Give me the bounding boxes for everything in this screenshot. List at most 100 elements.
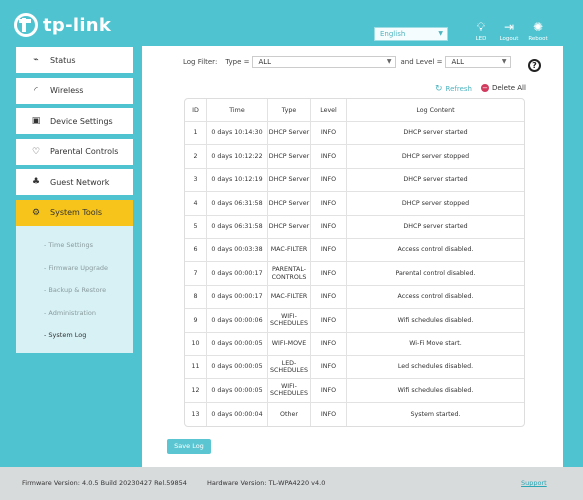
submenu-item-backup-restore[interactable]: - Backup & Restore	[16, 279, 133, 302]
led-button[interactable]: 💡︎ LED	[466, 20, 496, 42]
cell-type: WIFI-MOVE	[268, 332, 311, 356]
column-header-time: Time	[207, 99, 268, 122]
type-select[interactable]: ALL ▼	[252, 56, 397, 68]
table-row: 11 0 days 00:00:05 LED-SCHEDULES INFO Led sc…	[185, 355, 524, 380]
cell-level: INFO	[311, 215, 347, 239]
cell-content: Led schedules disabled.	[347, 356, 524, 380]
log-filter-label: Log Filter:	[183, 58, 218, 66]
cell-time: 0 days 00:00:17	[207, 285, 268, 310]
table-header-row: ID Time Type Level Log Content	[185, 99, 524, 122]
sidebar-item-label: System Tools	[50, 208, 103, 217]
language-select[interactable]: English ▼	[374, 27, 448, 41]
submenu-item-time-settings[interactable]: - Time Settings	[16, 234, 133, 257]
reboot-button[interactable]: ✺ Reboot	[523, 20, 553, 42]
cell-time: 0 days 10:14:30	[207, 122, 268, 146]
cell-content: DHCP server started	[347, 169, 524, 193]
type-value: ALL	[258, 58, 272, 66]
wifi-icon: ◜	[34, 85, 38, 96]
reboot-icon: ✺	[532, 20, 544, 34]
sidebar-item-device-settings[interactable]: ▣ Device Settings	[16, 108, 133, 134]
level-select[interactable]: ALL ▼	[445, 56, 512, 68]
tp-link-logo-icon	[14, 13, 38, 37]
level-value: ALL	[451, 58, 465, 66]
cell-content: Parental control disabled.	[347, 262, 524, 286]
cell-time: 0 days 10:12:22	[207, 145, 268, 169]
sidebar-item-guest-network[interactable]: ♣ Guest Network	[16, 169, 133, 195]
cell-time: 0 days 00:00:04	[207, 402, 268, 427]
cell-type: WIFI-SCHEDULES	[268, 309, 311, 333]
users-icon: ♣	[31, 177, 41, 187]
brand-name: tp-link	[43, 14, 112, 36]
cell-time: 0 days 00:00:05	[207, 355, 268, 380]
column-header-type: Type	[268, 99, 311, 122]
table-row: 80 days 00:00:17 MAC-FILTER INFO Access con…	[185, 285, 524, 310]
table-row: 50 days 06:31:58 DHCP Server INFO DHCP serv…	[185, 215, 524, 239]
cell-id: 2	[185, 145, 207, 169]
firmware-version: Firmware Version: 4.0.5 Build 20230427 R…	[22, 479, 187, 487]
cell-level: INFO	[311, 402, 347, 427]
delete-icon: −	[481, 84, 489, 92]
cell-type: Other	[268, 402, 311, 427]
sidebar-item-parental-controls[interactable]: ♡ Parental Controls	[16, 138, 133, 165]
lightbulb-icon: 💡︎	[476, 20, 486, 34]
language-value: English	[380, 30, 406, 38]
cell-id: 7	[185, 262, 207, 286]
cell-id: 1	[185, 122, 207, 146]
delete-all-button[interactable]: − Delete All	[481, 84, 526, 92]
sidebar-item-label: Wireless	[50, 86, 84, 95]
submenu-item-firmware-upgrade[interactable]: - Firmware Upgrade	[16, 257, 133, 280]
table-row: 60 days 00:03:38 MAC-FILTER INFO Access con…	[185, 238, 524, 263]
table-row: 13 0 days 00:00:04 Other INFO System started…	[185, 402, 524, 427]
level-label: and Level =	[400, 58, 443, 66]
help-icon[interactable]: ?	[528, 59, 541, 72]
cell-content: DHCP server started	[347, 122, 524, 146]
cell-content: System started.	[410, 410, 461, 418]
cell-content: DHCP server started	[347, 216, 524, 239]
sidebar-item-label: Device Settings	[50, 116, 113, 126]
cell-level: INFO	[311, 262, 347, 286]
column-header-level: Level	[311, 99, 347, 122]
hardware-version: Hardware Version: TL-WPA4220 v4.0	[207, 479, 326, 487]
logout-label: Logout	[499, 36, 519, 42]
main-panel: Log Filter: Type = ALL ▼ and Level = ALL…	[142, 46, 563, 467]
sidebar-item-status[interactable]: ⌁ Status	[16, 47, 133, 73]
cell-level: INFO	[311, 309, 347, 333]
cell-level: INFO	[311, 192, 347, 216]
cell-time: 0 days 06:31:58	[207, 215, 268, 239]
led-label: LED	[475, 36, 487, 42]
submenu-item-system-log[interactable]: - System Log	[16, 324, 133, 347]
cell-level: INFO	[311, 355, 347, 380]
logout-button[interactable]: ⇥ Logout	[494, 20, 524, 42]
system-log-table: ID Time Type Level Log Content 10 days 1…	[184, 98, 525, 428]
submenu-item-administration[interactable]: - Administration	[16, 302, 133, 325]
sidebar-item-wireless[interactable]: ◜ Wireless	[16, 77, 133, 104]
cell-level: INFO	[311, 145, 347, 169]
table-row: 90 days 00:00:06 WIFI-SCHEDULES INFO Wifi s…	[185, 309, 524, 333]
cell-time: 0 days 00:00:05	[207, 332, 268, 356]
cell-type: DHCP Server	[268, 122, 311, 146]
cell-id: 9	[185, 309, 207, 333]
cell-id: 6	[185, 238, 207, 263]
cell-content: DHCP server stopped	[347, 145, 524, 169]
cell-id: 4	[185, 192, 207, 216]
table-row: 12 0 days 00:00:05 WIFI-SCHEDULES INFO Wifi …	[185, 379, 524, 403]
cell-id: 13	[185, 402, 207, 427]
cell-level: INFO	[311, 238, 347, 263]
table-row: 10 days 10:14:30 DHCP Server INFO DHCP serv…	[185, 122, 524, 146]
table-row: 40 days 06:31:58 DHCP Server INFO DHCP serv…	[185, 192, 524, 216]
sidebar-item-system-tools[interactable]: ⚙ System Tools	[16, 199, 133, 226]
support-link[interactable]: Support	[521, 479, 547, 487]
sidebar: ⌁ Status ◜ Wireless ▣ Device Settings ♡ …	[16, 47, 133, 353]
column-header-id: ID	[185, 99, 207, 122]
chevron-down-icon: ▼	[386, 58, 392, 65]
settings-icon: ▣	[31, 116, 41, 126]
refresh-button[interactable]: ↻ Refresh	[435, 84, 472, 94]
header: tp-link English ▼ 💡︎ LED ⇥ Logout ✺ Rebo…	[0, 0, 583, 48]
cell-type: DHCP Server	[268, 215, 311, 239]
cell-id: 10	[185, 332, 207, 356]
cell-level: INFO	[311, 332, 347, 356]
tp-link-logo[interactable]: tp-link	[14, 13, 111, 37]
save-log-button[interactable]: Save Log	[167, 439, 211, 454]
cell-level: INFO	[311, 168, 347, 193]
cell-type: DHCP Server	[268, 168, 311, 193]
